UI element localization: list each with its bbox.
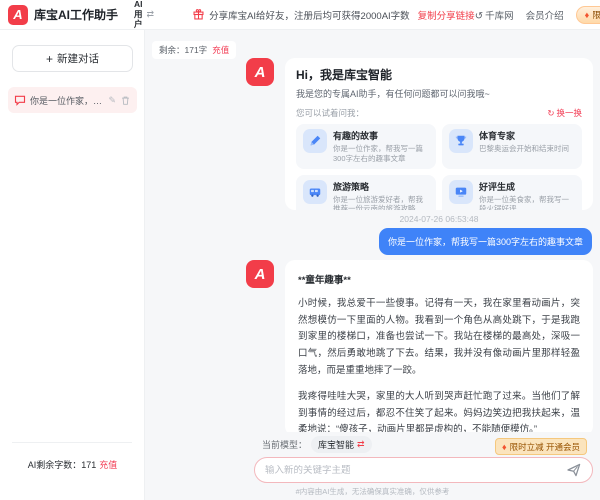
- vip-gem-icon: ♦: [502, 442, 507, 452]
- model-swap-icon: ⇄: [357, 439, 365, 450]
- vip-promo-button-composer[interactable]: ♦ 限时立减 开通会员: [495, 438, 587, 455]
- ai-avatar: A: [246, 58, 274, 86]
- app-title: 库宝AI工作助手: [34, 6, 118, 23]
- delete-conversation-icon[interactable]: [120, 95, 131, 106]
- app-logo-icon: A: [8, 5, 28, 25]
- sidebar-remaining-words: AI剩余字数：171充值: [0, 458, 145, 471]
- refresh-suggestions-button[interactable]: ↻ 换一换: [547, 107, 582, 119]
- vip-gem-icon: ♦: [585, 10, 590, 20]
- promo-text: 分享库宝AI给好友，注册后均可获得2000AI字数: [209, 8, 410, 22]
- return-arrow-icon: ↺: [475, 11, 483, 22]
- greeting-title: Hi，我是库宝智能: [296, 66, 582, 83]
- suggestion-card-story[interactable]: 有趣的故事 你是一位作家，帮我写一篇300字左右的趣事文章: [296, 124, 436, 169]
- topic-input[interactable]: [265, 465, 566, 476]
- suggestion-card-sports[interactable]: 体育专家 巴黎奥运会开始和结束时间: [442, 124, 582, 169]
- greeting-card: Hi，我是库宝智能 我是您的专属AI助手，有任何问题都可以问我哦~ 您可以试着问…: [285, 58, 593, 210]
- sidebar-divider: [12, 442, 132, 443]
- refresh-icon: ↻: [547, 108, 554, 119]
- nav-qianku-link[interactable]: ↺千库网: [475, 8, 514, 22]
- greeting-subtitle: 我是您的专属AI助手，有任何问题都可以问我哦~: [296, 87, 582, 100]
- user-name: 库宝AI用户: [134, 0, 143, 30]
- suggestion-card-review[interactable]: 好评生成 你是一位美食家，帮我写一段火锅好评: [442, 175, 582, 211]
- plus-icon: +: [46, 52, 53, 66]
- conversation-title: 你是一位作家，帮...: [30, 94, 104, 107]
- message-timestamp: 2024-07-26 06:53:48: [285, 214, 593, 224]
- new-chat-button[interactable]: + 新建对话: [12, 45, 133, 72]
- top-header: A 库宝AI工作助手 库宝AI用户 个人 ⇄ 分享库宝AI给好友，注册后均可获得…: [0, 0, 600, 30]
- message-input-container: [254, 457, 593, 483]
- gift-icon: [192, 8, 205, 21]
- travel-bus-icon: [303, 180, 327, 204]
- recharge-link[interactable]: 充值: [99, 460, 117, 470]
- ai-disclaimer: #内容由AI生成，无法确保真实准确，仅供参考: [145, 486, 600, 497]
- nav-member-intro-link[interactable]: 会员介绍: [526, 8, 564, 22]
- review-screen-icon: [449, 180, 473, 204]
- ai-avatar: A: [246, 260, 274, 288]
- composer: 当前模型： 库宝智能 ⇄ ♦ 限时立减 开通会员 #内容由AI生成，无法确保真实…: [145, 432, 600, 500]
- ai-reply-paragraph: 小时候，我总爱干一些傻事。记得有一天，我在家里看动画片，突然想模仿一下里面的人物…: [298, 296, 580, 379]
- ai-reply-title: **童年趣事**: [298, 272, 580, 286]
- vip-promo-button-header[interactable]: ♦ 限时立减 开通会员: [576, 6, 600, 24]
- user-message-bubble: 你是一位作家，帮我写一篇300字左右的趣事文章: [379, 228, 592, 255]
- model-selector[interactable]: 库宝智能 ⇄: [311, 436, 372, 453]
- recharge-link-top[interactable]: 充值: [212, 44, 229, 56]
- share-promo-banner: 分享库宝AI给好友，注册后均可获得2000AI字数 复制分享链接: [192, 8, 475, 22]
- trophy-icon: [449, 129, 473, 153]
- account-switcher[interactable]: 库宝AI用户 个人 ⇄: [134, 0, 154, 30]
- ai-reply-paragraph: 我疼得哇哇大哭，家里的大人听到哭声赶忙跑了过来。当他们了解到事情的经过后，都忍不…: [298, 389, 580, 436]
- ai-reply-card: **童年趣事** 小时候，我总爱干一些傻事。记得有一天，我在家里看动画片，突然想…: [285, 260, 593, 436]
- chat-area: 剩余：171字 充值 A Hi，我是库宝智能 我是您的专属AI助手，有任何问题都…: [145, 30, 600, 500]
- suggestion-grid: 有趣的故事 你是一位作家，帮我写一篇300字左右的趣事文章 体育专家 巴黎奥运会…: [296, 124, 582, 210]
- sidebar: + 新建对话 你是一位作家，帮... ✎ AI剩余字数：171充值: [0, 30, 145, 500]
- model-label: 当前模型：: [262, 438, 307, 451]
- greeting-hint: 您可以试着问我：: [296, 107, 364, 119]
- edit-conversation-icon[interactable]: ✎: [108, 95, 116, 106]
- remaining-words-pill: 剩余：171字 充值: [152, 41, 236, 59]
- suggestion-card-travel[interactable]: 旅游策略 你是一位旅游爱好者，帮我推荐一份云南的旅游攻略: [296, 175, 436, 211]
- chat-bubble-icon: [14, 94, 26, 106]
- conversation-item[interactable]: 你是一位作家，帮... ✎: [8, 87, 137, 113]
- pen-icon: [303, 129, 327, 153]
- copy-share-link[interactable]: 复制分享链接: [418, 8, 475, 22]
- swap-account-icon[interactable]: ⇄: [147, 9, 155, 20]
- send-button[interactable]: [566, 462, 582, 478]
